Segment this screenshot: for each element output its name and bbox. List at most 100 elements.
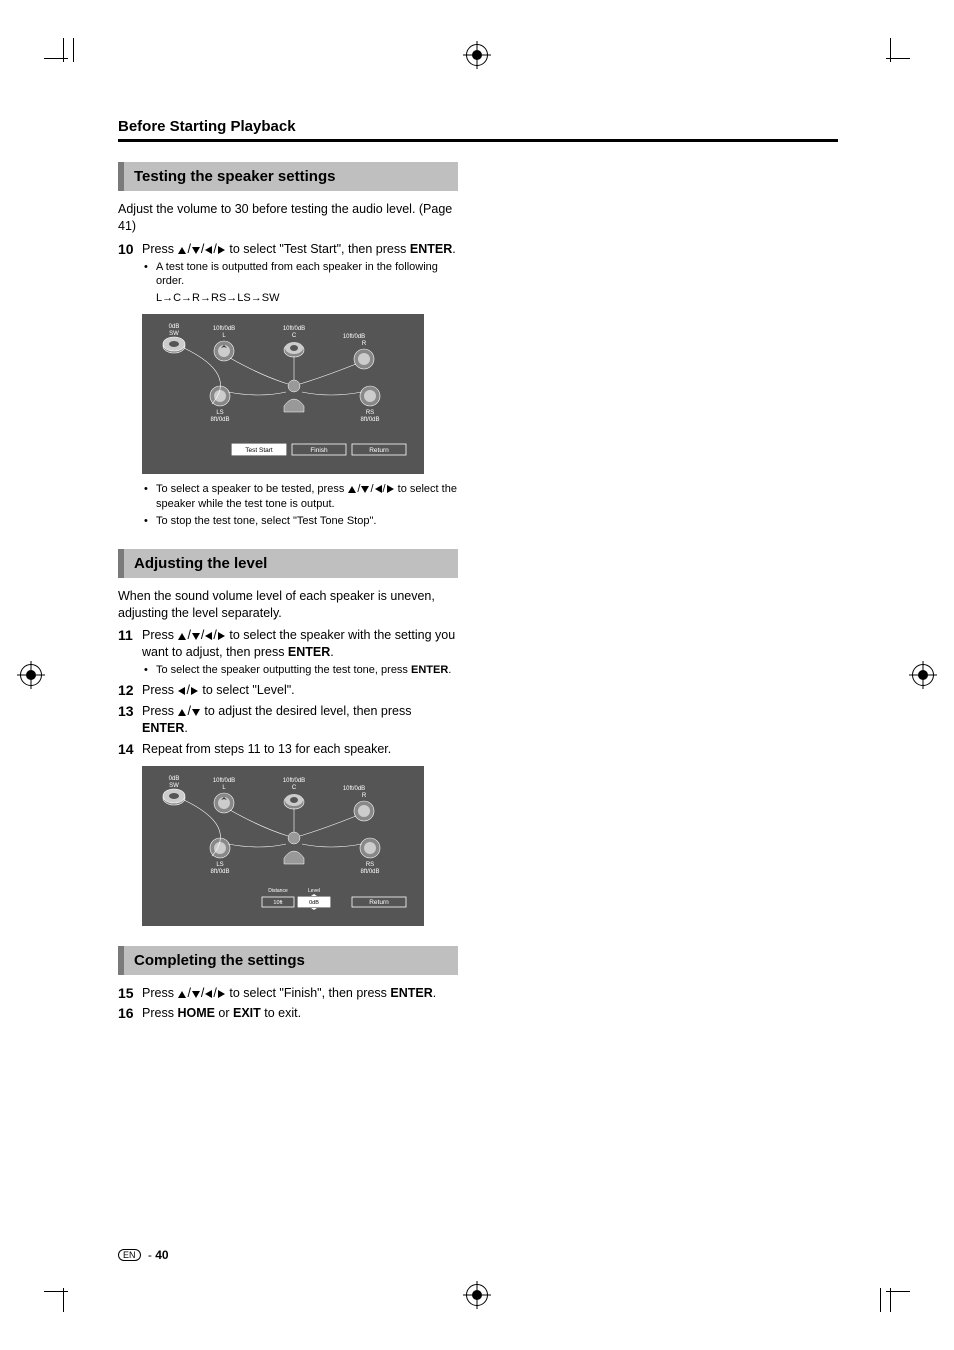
level-value: 0dB [309,900,319,906]
text: . [184,721,187,735]
step-number: 11 [118,627,142,678]
r-label: R [362,341,367,347]
intro-text: When the sound volume level of each spea… [118,588,458,622]
down-icon [192,247,200,254]
svg-text:10ft/0dB: 10ft/0dB [343,786,365,792]
step-number: 10 [118,241,142,306]
speaker-diagram-test: 0dB SW 10ft/0dB L 10ft/0dB C [142,314,424,474]
text: or [215,1006,233,1020]
c-label: C [292,333,297,339]
rs-value: 8ft/0dB [360,417,379,423]
svg-text:SW: SW [169,783,179,789]
text: to adjust the desired level, then press [201,704,412,718]
home-label: HOME [177,1006,215,1020]
sw-label: SW [169,331,179,337]
up-icon [178,709,186,716]
step-number: 15 [118,985,142,1002]
btn-finish-label: Finish [310,447,328,454]
distance-value: 10ft [273,900,283,906]
text: Press [142,628,177,642]
up-icon [178,247,186,254]
text: . [452,242,455,256]
l-value: 10ft/0dB [213,326,235,332]
left-icon [205,632,212,640]
sep: - [145,1248,156,1262]
heading-completing: Completing the settings [118,946,458,975]
enter-label: ENTER [142,721,184,735]
left-icon [178,687,185,695]
text: Press [142,986,177,1000]
text: Press [142,683,177,697]
right-icon [387,485,394,493]
step-13: 13 Press / to adjust the desired level, … [118,703,458,737]
section-title: Before Starting Playback [118,118,838,135]
page-footer: EN - 40 [118,1248,169,1262]
speaker-chain: L→C→R→RS→LS→SW [156,292,279,304]
ls-label: LS [216,410,223,416]
svg-text:8ft/0dB: 8ft/0dB [210,869,229,875]
right-icon [191,687,198,695]
svg-text:8ft/0dB: 8ft/0dB [360,869,379,875]
down-icon [361,486,369,493]
btn-return-label: Return [369,899,389,906]
level-label: Level [308,888,320,894]
step-12: 12 Press / to select "Level". [118,682,458,699]
heading-adjusting: Adjusting the level [118,549,458,578]
speaker-diagram-level: 0dB SW 10ft/0dB L 10ft/0dB C 10ft/0dB [142,766,424,926]
text: Press [142,704,177,718]
step-10: 10 Press /// to select "Test Start", the… [118,241,458,306]
enter-label: ENTER [390,986,432,1000]
exit-label: EXIT [233,1006,261,1020]
down-icon [192,633,200,640]
text: . [433,986,436,1000]
svg-text:LS: LS [216,862,223,868]
divider [118,139,838,142]
r-value: 10ft/0dB [343,334,365,340]
right-icon [218,632,225,640]
svg-text:0dB: 0dB [169,776,180,782]
sub-text: To stop the test tone, select "Test Tone… [156,515,376,527]
svg-text:10ft/0dB: 10ft/0dB [213,778,235,784]
svg-text:C: C [292,785,297,791]
heading-testing: Testing the speaker settings [118,162,458,191]
btn-test-start-label: Test Start [245,447,273,454]
page-number: 40 [155,1248,168,1262]
left-icon [205,990,212,998]
text: to exit. [261,1006,301,1020]
text: to select "Finish", then press [226,986,391,1000]
svg-text:R: R [362,793,367,799]
btn-return-label: Return [369,447,389,454]
text: to select "Test Start", then press [226,242,410,256]
step-15: 15 Press /// to select "Finish", then pr… [118,985,458,1002]
text: to select "Level". [199,683,295,697]
step-number: 16 [118,1005,142,1022]
text: Repeat from steps 11 to 13 for each spea… [142,741,391,758]
up-icon [178,633,186,640]
lang-badge: EN [118,1249,141,1261]
c-value: 10ft/0dB [283,326,305,332]
down-icon [192,709,200,716]
step-number: 12 [118,682,142,699]
text: . [330,645,333,659]
left-icon [375,485,382,493]
ls-value: 8ft/0dB [210,417,229,423]
step-14: 14 Repeat from steps 11 to 13 for each s… [118,741,458,758]
right-icon [218,246,225,254]
svg-text:10ft/0dB: 10ft/0dB [283,778,305,784]
left-icon [205,246,212,254]
text: Press [142,1006,177,1020]
intro-text: Adjust the volume to 30 before testing t… [118,201,458,235]
enter-label: ENTER [411,664,448,676]
l-label: L [222,333,226,339]
distance-label: Distance [268,888,288,894]
right-icon [218,990,225,998]
step-16: 16 Press HOME or EXIT to exit. [118,1005,458,1022]
svg-text:RS: RS [366,862,374,868]
up-icon [348,486,356,493]
svg-text:L: L [222,785,226,791]
text: . [448,664,451,676]
sub-text: To select the speaker outputting the tes… [156,664,411,676]
text: Press [142,242,177,256]
rs-label: RS [366,410,374,416]
up-icon [178,991,186,998]
